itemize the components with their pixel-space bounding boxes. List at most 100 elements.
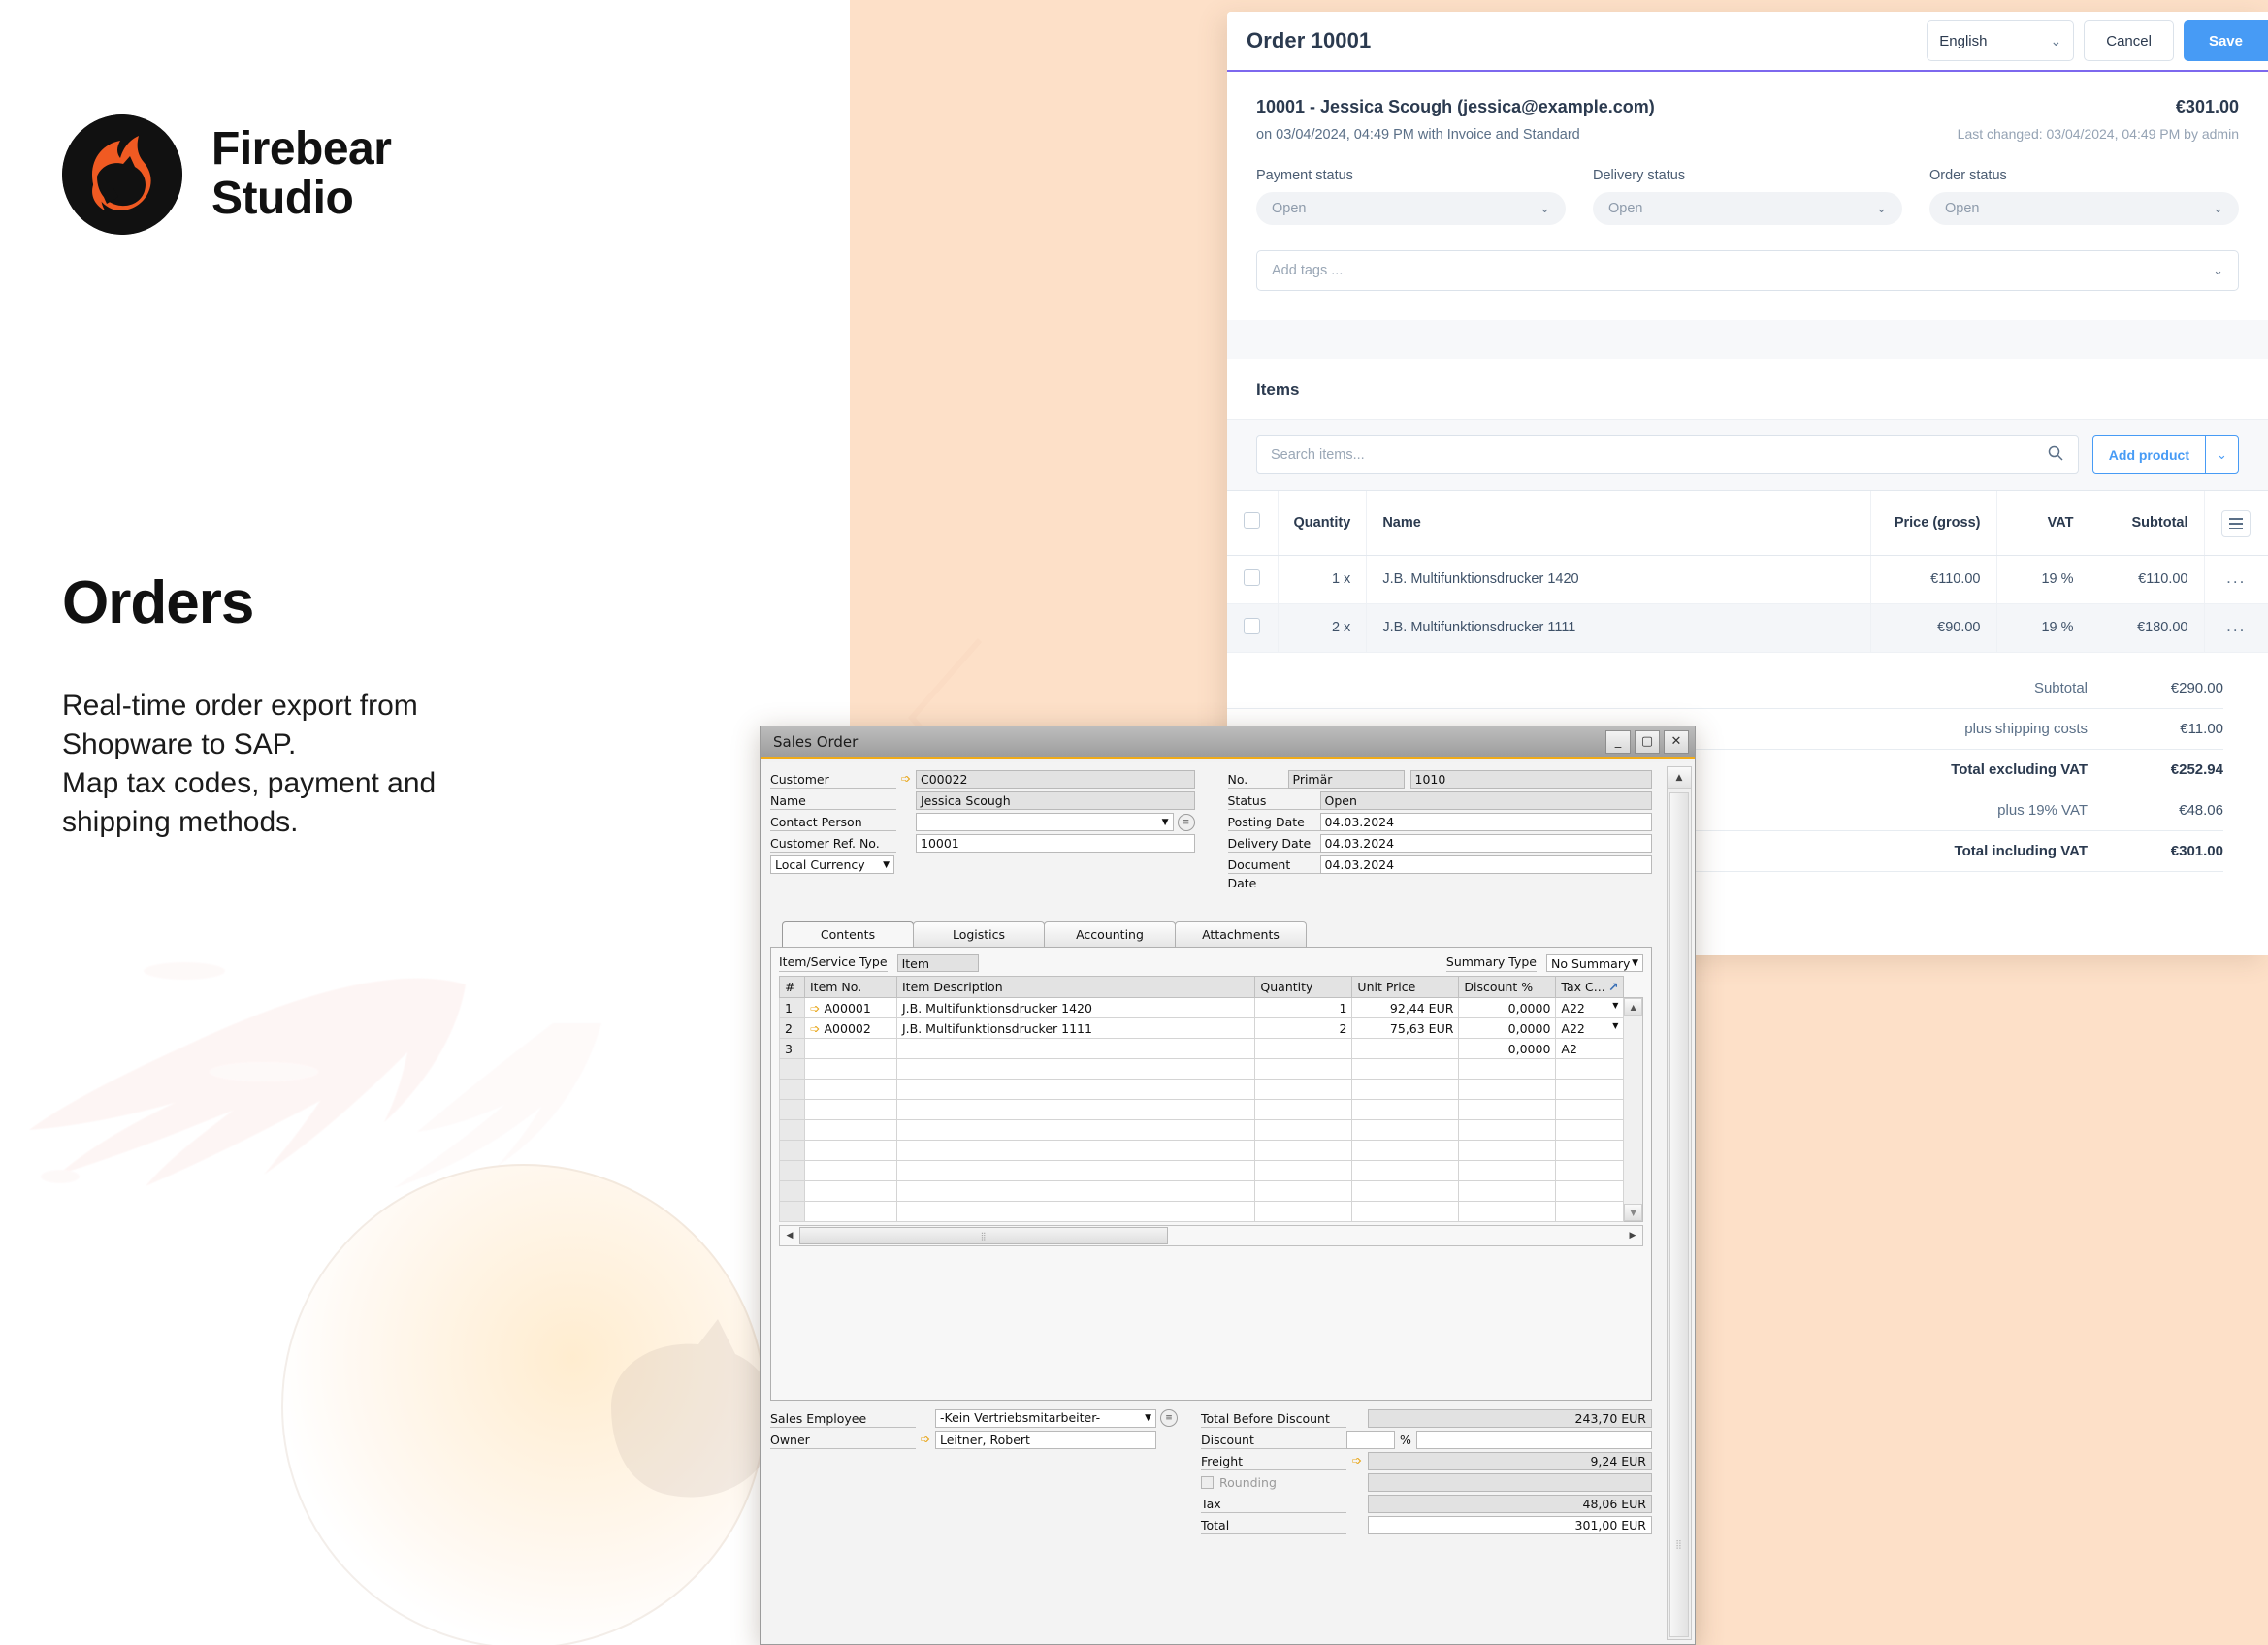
column-header-quantity[interactable]: Quantity bbox=[1278, 491, 1368, 556]
close-icon[interactable]: ✕ bbox=[1664, 729, 1689, 754]
grid-row-tax-code[interactable] bbox=[1555, 1119, 1625, 1141]
grid-col-quantity[interactable]: Quantity bbox=[1254, 976, 1353, 998]
tab-contents[interactable]: Contents bbox=[782, 921, 914, 947]
posting-date-field[interactable]: 04.03.2024 bbox=[1319, 813, 1652, 831]
grid-scroll-right-icon[interactable]: ▶ bbox=[1623, 1226, 1642, 1245]
column-header-subtotal[interactable]: Subtotal bbox=[2090, 491, 2205, 556]
table-row[interactable] bbox=[779, 1058, 1625, 1080]
grid-row-tax-code[interactable] bbox=[1555, 1160, 1625, 1181]
discount-amount-value[interactable] bbox=[1416, 1430, 1652, 1449]
grid-col-tax-code[interactable]: Tax C... ↗ bbox=[1555, 976, 1625, 998]
tab-accounting[interactable]: Accounting bbox=[1044, 921, 1176, 947]
grid-row-tax-code[interactable] bbox=[1555, 1140, 1625, 1161]
contact-person-select[interactable]: ▼ bbox=[916, 813, 1174, 831]
grid-col-item-no[interactable]: Item No. bbox=[804, 976, 897, 998]
row-checkbox[interactable] bbox=[1244, 617, 1261, 634]
link-arrow-icon[interactable]: ➩ bbox=[810, 1021, 820, 1036]
delivery-date-field[interactable]: 04.03.2024 bbox=[1319, 834, 1652, 853]
grid-row-item-no[interactable] bbox=[804, 1058, 897, 1080]
table-row[interactable]: 3 0,0000 A2 bbox=[779, 1038, 1625, 1059]
grid-col-description[interactable]: Item Description bbox=[895, 976, 1256, 998]
discount-percent-input[interactable] bbox=[1346, 1430, 1395, 1449]
table-row[interactable] bbox=[779, 1119, 1625, 1141]
grid-row-tax-code[interactable] bbox=[1555, 1079, 1625, 1100]
grid-row-item-no[interactable] bbox=[804, 1160, 897, 1181]
grid-row-item-no[interactable]: ➩ A00002 bbox=[804, 1017, 897, 1039]
scroll-up-icon[interactable]: ▲ bbox=[1668, 767, 1691, 789]
document-date-field[interactable]: 04.03.2024 bbox=[1319, 855, 1652, 874]
grid-row-tax-code[interactable]: A22 ▼ bbox=[1555, 997, 1625, 1018]
minimize-icon[interactable]: _ bbox=[1605, 729, 1631, 754]
table-row[interactable] bbox=[779, 1140, 1625, 1161]
sales-employee-select[interactable]: -Kein Vertriebsmitarbeiter- ▼ bbox=[935, 1408, 1156, 1428]
grid-hscroll-thumb[interactable]: ⣿ bbox=[799, 1227, 1168, 1244]
search-input[interactable]: Search items... bbox=[1256, 435, 2079, 474]
link-arrow-icon[interactable]: ➩ bbox=[896, 772, 916, 787]
grid-row-tax-code[interactable]: A22 ▼ bbox=[1555, 1017, 1625, 1039]
add-product-dropdown-toggle[interactable]: ⌄ bbox=[2205, 436, 2238, 473]
notes-icon[interactable]: ≡ bbox=[1160, 1409, 1178, 1427]
column-header-vat[interactable]: VAT bbox=[1996, 491, 2090, 556]
select-all-checkbox[interactable] bbox=[1244, 512, 1261, 530]
grid-row-tax-code[interactable]: A2 bbox=[1555, 1038, 1625, 1059]
table-row[interactable] bbox=[779, 1180, 1625, 1202]
grid-row-tax-code[interactable] bbox=[1555, 1180, 1625, 1202]
tags-input[interactable]: Add tags ... ⌄ bbox=[1256, 250, 2239, 291]
grid-vertical-scrollbar[interactable]: ▲ ▼ bbox=[1624, 997, 1643, 1222]
delivery-status-select[interactable]: Open ⌄ bbox=[1593, 192, 1902, 225]
grid-row-item-no[interactable] bbox=[804, 1180, 897, 1202]
sap-vertical-scrollbar[interactable]: ▲ ⣿ bbox=[1667, 766, 1692, 1640]
caret-down-icon[interactable]: ▼ bbox=[1612, 1001, 1618, 1010]
no-value-field[interactable]: 1010 bbox=[1409, 770, 1652, 789]
sap-titlebar[interactable]: Sales Order _ ▢ ✕ bbox=[761, 726, 1695, 759]
save-button[interactable]: Save bbox=[2183, 20, 2268, 61]
grid-row-tax-code[interactable] bbox=[1555, 1099, 1625, 1120]
summary-type-select[interactable]: No Summary ▼ bbox=[1546, 954, 1643, 972]
rounding-checkbox[interactable] bbox=[1201, 1475, 1214, 1489]
grid-row-item-no[interactable] bbox=[804, 1038, 897, 1059]
grid-row-tax-code[interactable] bbox=[1555, 1058, 1625, 1080]
grid-row-item-no[interactable] bbox=[804, 1079, 897, 1100]
column-header-name[interactable]: Name bbox=[1366, 491, 1871, 556]
grid-row-item-no[interactable] bbox=[804, 1119, 897, 1141]
cancel-button[interactable]: Cancel bbox=[2084, 20, 2174, 61]
grid-col-discount[interactable]: Discount % bbox=[1458, 976, 1557, 998]
grid-row-item-no[interactable] bbox=[804, 1140, 897, 1161]
row-more-icon[interactable]: ... bbox=[2226, 568, 2246, 587]
caret-down-icon[interactable]: ▼ bbox=[1612, 1021, 1618, 1030]
add-product-button[interactable]: Add product ⌄ bbox=[2091, 435, 2239, 474]
grid-row-tax-code[interactable] bbox=[1555, 1201, 1625, 1222]
tab-logistics[interactable]: Logistics bbox=[913, 921, 1045, 947]
owner-field[interactable]: Leitner, Robert bbox=[935, 1430, 1156, 1449]
table-row[interactable] bbox=[779, 1099, 1625, 1120]
table-row[interactable]: 2 ➩ A00002 J.B. Multifunktionsdrucker 111… bbox=[779, 1017, 1625, 1039]
grid-row-item-no[interactable] bbox=[804, 1201, 897, 1222]
grid-row-item-no[interactable] bbox=[804, 1099, 897, 1120]
notes-icon[interactable]: ≡ bbox=[1177, 813, 1195, 831]
table-settings-icon[interactable] bbox=[2221, 509, 2252, 537]
status-field[interactable]: Open bbox=[1319, 791, 1652, 810]
table-row[interactable]: 1 x J.B. Multifunktionsdrucker 1420 €110… bbox=[1227, 555, 2268, 604]
link-arrow-icon[interactable]: ➩ bbox=[810, 1001, 820, 1016]
customer-ref-field[interactable]: 10001 bbox=[916, 834, 1195, 853]
item-service-type-field[interactable]: Item bbox=[896, 954, 979, 972]
table-row[interactable]: 1 ➩ A00001 J.B. Multifunktionsdrucker 142… bbox=[779, 997, 1625, 1018]
no-series-field[interactable]: Primär bbox=[1287, 770, 1405, 789]
grid-scroll-up-icon[interactable]: ▲ bbox=[1624, 998, 1642, 1016]
customer-field[interactable]: C00022 bbox=[916, 770, 1195, 789]
name-field[interactable]: Jessica Scough bbox=[916, 791, 1195, 810]
link-arrow-icon[interactable]: ➩ bbox=[1346, 1454, 1368, 1468]
payment-status-select[interactable]: Open ⌄ bbox=[1256, 192, 1566, 225]
row-checkbox[interactable] bbox=[1244, 568, 1261, 586]
tab-attachments[interactable]: Attachments bbox=[1175, 921, 1307, 947]
grid-col-unit-price[interactable]: Unit Price bbox=[1351, 976, 1460, 998]
currency-select[interactable]: Local Currency ▼ bbox=[770, 855, 894, 874]
table-row[interactable] bbox=[779, 1079, 1625, 1100]
grid-horizontal-scrollbar[interactable]: ◀ ⣿ ▶ bbox=[779, 1225, 1643, 1246]
row-more-icon[interactable]: ... bbox=[2226, 617, 2246, 635]
grid-scroll-left-icon[interactable]: ◀ bbox=[780, 1226, 799, 1245]
scrollbar-thumb[interactable] bbox=[1669, 792, 1689, 1637]
column-header-price[interactable]: Price (gross) bbox=[1870, 491, 1997, 556]
link-arrow-icon[interactable]: ➩ bbox=[916, 1433, 935, 1447]
table-row[interactable] bbox=[779, 1160, 1625, 1181]
